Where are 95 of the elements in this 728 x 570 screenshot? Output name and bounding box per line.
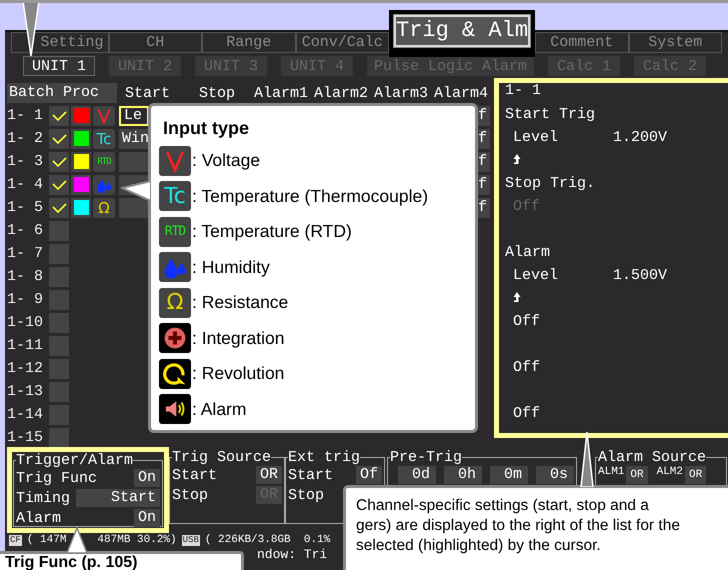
- group-title: Alarm Source: [598, 450, 706, 465]
- setting-field[interactable]: OR: [626, 466, 648, 484]
- setting-field[interactable]: OR: [256, 466, 282, 484]
- channel-label: 1- 4: [7, 176, 44, 193]
- legend-label: : Revolution: [192, 363, 284, 384]
- tab[interactable]: System: [628, 32, 722, 53]
- setting-label: Level: [513, 128, 560, 148]
- channel-label: 1-12: [7, 360, 44, 377]
- channel-label: 1- 5: [7, 199, 44, 216]
- time-field[interactable]: 0m: [490, 466, 528, 484]
- tab[interactable]: CH: [108, 32, 202, 53]
- group-title: Ext trig: [288, 450, 360, 465]
- tab[interactable]: Trig & Alm: [389, 10, 536, 57]
- setting-field[interactable]: Of: [356, 466, 382, 484]
- field-label: Timing: [16, 490, 70, 506]
- time-field[interactable]: 0s: [536, 466, 574, 484]
- tc-icon: Tc: [93, 128, 115, 148]
- setting-value[interactable]: 1.500V: [613, 267, 668, 284]
- field-label: Trig Func: [16, 470, 98, 486]
- callout-title: Input type: [163, 118, 250, 139]
- alarm4-cell[interactable]: f: [478, 106, 490, 126]
- channel-label: 1-13: [7, 383, 44, 400]
- channel-label: 1- 3: [7, 153, 44, 170]
- group-title: Pre-Trig: [390, 450, 462, 465]
- column-header: Alarm2: [314, 84, 370, 102]
- column-header: Start: [125, 84, 172, 102]
- setting-field[interactable]: OR: [685, 466, 706, 484]
- setting-value[interactable]: 1.200V: [613, 129, 668, 146]
- column-header: Stop: [199, 84, 236, 102]
- setting-value[interactable]: Off: [513, 405, 540, 422]
- section-heading: Start Trig: [505, 106, 596, 123]
- alarm4-cell[interactable]: f: [478, 128, 490, 148]
- channel-label: 1- 6: [7, 222, 44, 239]
- status-text: ( 226KB/3.8GB 0.1%: [204, 534, 330, 546]
- setting-field[interactable]: Start: [76, 489, 160, 507]
- group-title: Trig Source: [172, 450, 272, 465]
- omega-icon: Ω: [93, 198, 115, 218]
- status-text: 487MB 30.2%): [97, 534, 177, 546]
- channel-label: 1- 9: [7, 291, 44, 308]
- channel-label: 1- 7: [7, 245, 44, 262]
- status-text: ( 147M: [26, 534, 66, 546]
- channel-label: 1-10: [7, 314, 44, 331]
- legend-label: : Integration: [192, 328, 284, 349]
- column-header: Batch Proc: [7, 83, 117, 103]
- time-field[interactable]: 0h: [444, 466, 482, 484]
- tc-icon: Tc: [159, 181, 191, 212]
- setting-field[interactable]: On: [134, 509, 160, 527]
- omega-icon: Ω: [159, 288, 191, 318]
- legend-label: : Temperature (Thermocouple): [192, 186, 428, 207]
- legend-label: : Voltage: [192, 150, 260, 172]
- field-label: ALM2: [656, 466, 684, 480]
- tab[interactable]: Range: [202, 32, 296, 53]
- column-header: Alarm1: [254, 84, 310, 102]
- storage-badge: CF: [9, 534, 22, 546]
- field-label: Start: [288, 466, 334, 484]
- field-label: Alarm: [16, 510, 62, 526]
- callout-text: Channel-specific settings (start, stop and a gers) are displayed to the right of the list for the selected (highlighted) by the cursor.: [356, 496, 681, 556]
- panel-title: 1- 1: [505, 82, 542, 100]
- setting-label: Level: [513, 266, 560, 286]
- field-label: ALM1: [598, 466, 624, 480]
- channel-label: 1- 8: [7, 268, 44, 285]
- group-title: Trigger/Alarm: [16, 453, 134, 468]
- channel-label: 1-15: [7, 429, 44, 446]
- channel-label: 1- 1: [7, 107, 44, 124]
- setting-value[interactable]: Off: [513, 313, 540, 330]
- storage-badge: USB: [182, 534, 200, 546]
- channel-label: 1- 2: [7, 130, 44, 147]
- rtd-icon: RTD: [159, 216, 191, 247]
- section-heading: Stop Trig.: [505, 175, 596, 192]
- tab[interactable]: Comment: [535, 32, 629, 53]
- start-cell[interactable]: Win: [119, 128, 149, 148]
- setting-value[interactable]: Off: [513, 359, 540, 376]
- field-label: Stop: [172, 486, 210, 504]
- field-label: Start: [172, 466, 218, 484]
- tab[interactable]: Setting: [11, 32, 108, 53]
- legend-label: : Resistance: [192, 292, 288, 314]
- start-cell[interactable]: Le: [119, 106, 149, 126]
- legend-label: : Humidity: [192, 256, 270, 278]
- legend-label: : Alarm: [192, 398, 246, 420]
- section-heading: Alarm: [505, 244, 550, 261]
- time-field[interactable]: 0d: [398, 466, 436, 484]
- alarm4-cell[interactable]: f: [478, 174, 490, 194]
- alarm4-cell[interactable]: f: [478, 152, 490, 172]
- column-header: Alarm4: [434, 84, 488, 102]
- channel-label: 1-14: [7, 406, 44, 423]
- tab[interactable]: Conv/Calc: [296, 32, 389, 53]
- unit-tab[interactable]: UNIT 1: [23, 56, 95, 76]
- rtd-icon: RTD: [93, 152, 115, 172]
- alarm4-cell[interactable]: f: [478, 198, 490, 218]
- setting-field[interactable]: On: [134, 469, 160, 487]
- column-header: Alarm3: [374, 84, 430, 102]
- field-label: Stop: [288, 486, 326, 504]
- legend-label: : Temperature (RTD): [192, 221, 352, 242]
- status-text: ndow: Tri: [257, 547, 328, 562]
- channel-label: 1-11: [7, 337, 44, 354]
